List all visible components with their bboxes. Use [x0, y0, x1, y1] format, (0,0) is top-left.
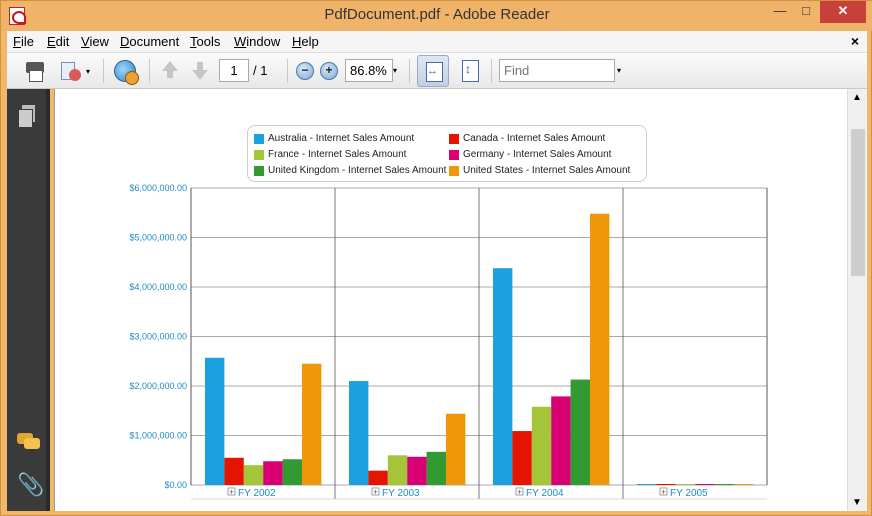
x-tick-label: FY 2004 [526, 488, 564, 499]
y-tick-label: $6,000,000.00 [129, 183, 187, 193]
fit-width-icon[interactable] [417, 55, 449, 87]
bar [282, 459, 302, 485]
bar [590, 213, 610, 485]
bar [551, 396, 571, 485]
minimize-button[interactable]: — [767, 1, 793, 23]
window-title: PdfDocument.pdf - Adobe Reader [324, 6, 550, 23]
y-tick-label: $3,000,000.00 [129, 332, 187, 342]
page-number-input[interactable]: 1 [219, 59, 249, 82]
bar [407, 456, 427, 485]
comment-icon[interactable] [17, 433, 41, 451]
menu-help[interactable]: Help [292, 34, 319, 49]
bar [493, 268, 513, 485]
document-close-button[interactable]: × [851, 33, 859, 49]
bar [387, 455, 408, 485]
globe-icon[interactable] [111, 58, 141, 85]
toolbar-separator [409, 59, 410, 83]
find-input[interactable]: Find [499, 59, 615, 82]
menu-window[interactable]: Window [234, 34, 280, 49]
arrow-up-icon[interactable] [159, 58, 181, 84]
maximize-button[interactable]: □ [793, 1, 819, 23]
menu-file[interactable]: File [13, 34, 34, 49]
scroll-thumb[interactable] [851, 129, 865, 276]
y-tick-label: $4,000,000.00 [129, 282, 187, 292]
toolbar-separator [287, 59, 288, 83]
y-tick-label: $0.00 [164, 480, 187, 490]
zoom-in-button[interactable]: + [320, 62, 338, 80]
bar [637, 484, 657, 485]
toolbar-separator [103, 59, 104, 83]
sales-bar-chart: $0.00 $1,000,000.00 $2,000,000.00 $3,000,00… [129, 183, 768, 500]
category-expander-icon: + [229, 488, 234, 497]
zoom-level-input[interactable]: 86.8% [345, 59, 393, 82]
document-view[interactable]: Australia - Internet Sales Amount Canada… [54, 89, 847, 511]
x-tick-label: FY 2005 [670, 488, 708, 499]
toolbar-separator [491, 59, 492, 83]
bar [695, 484, 715, 485]
bar [224, 457, 244, 485]
bar [675, 484, 696, 485]
navigation-panel: 📎 [7, 89, 50, 511]
menu-document[interactable]: Document [120, 34, 179, 49]
bar [302, 363, 322, 485]
zoom-dropdown-arrow[interactable]: ▾ [393, 66, 397, 75]
title-bar: PdfDocument.pdf - Adobe Reader — □ ✕ [1, 1, 872, 31]
bar [263, 461, 283, 485]
category-expander-icon: + [661, 488, 666, 497]
x-tick-label: FY 2002 [238, 488, 276, 499]
bar [368, 470, 388, 485]
bar [426, 451, 446, 485]
scroll-up-arrow[interactable]: ▲ [852, 92, 862, 103]
paperclip-icon[interactable]: 📎 [17, 473, 44, 497]
bar [570, 379, 590, 485]
app-window: PdfDocument.pdf - Adobe Reader — □ ✕ Fil… [0, 0, 872, 516]
x-tick-label: FY 2003 [382, 488, 420, 499]
bar [531, 406, 552, 485]
bar [734, 484, 754, 485]
menu-tools[interactable]: Tools [190, 34, 220, 49]
pages-icon[interactable] [18, 105, 36, 128]
zoom-out-button[interactable]: − [296, 62, 314, 80]
menu-bar: File Edit View Document Tools Window Hel… [7, 31, 867, 53]
close-button[interactable]: ✕ [820, 1, 866, 23]
toolbar-separator [149, 59, 150, 83]
printer-icon[interactable] [23, 58, 47, 84]
toolbar: ▾ 1 / 1 − + 86.8% ▾ Find ▾ [7, 53, 867, 89]
y-tick-label: $2,000,000.00 [129, 381, 187, 391]
scroll-down-arrow[interactable]: ▼ [852, 497, 862, 508]
share-icon[interactable]: ▾ [59, 58, 93, 84]
category-expander-icon: + [517, 488, 522, 497]
bar [512, 431, 532, 485]
bar [446, 413, 466, 485]
bar [349, 381, 369, 485]
category-expander-icon: + [373, 488, 378, 497]
find-dropdown-arrow[interactable]: ▾ [617, 66, 621, 75]
bar [205, 357, 225, 485]
bar [656, 484, 676, 485]
menu-edit[interactable]: Edit [47, 34, 69, 49]
bar [714, 484, 734, 485]
arrow-down-icon[interactable] [189, 58, 211, 84]
fit-page-icon[interactable] [459, 58, 481, 84]
vertical-scrollbar[interactable]: ▲ ▼ [847, 89, 867, 511]
y-tick-label: $5,000,000.00 [129, 233, 187, 243]
bar [243, 465, 264, 485]
menu-view[interactable]: View [81, 34, 109, 49]
y-tick-label: $1,000,000.00 [129, 431, 187, 441]
page-total-label: / 1 [253, 63, 268, 78]
